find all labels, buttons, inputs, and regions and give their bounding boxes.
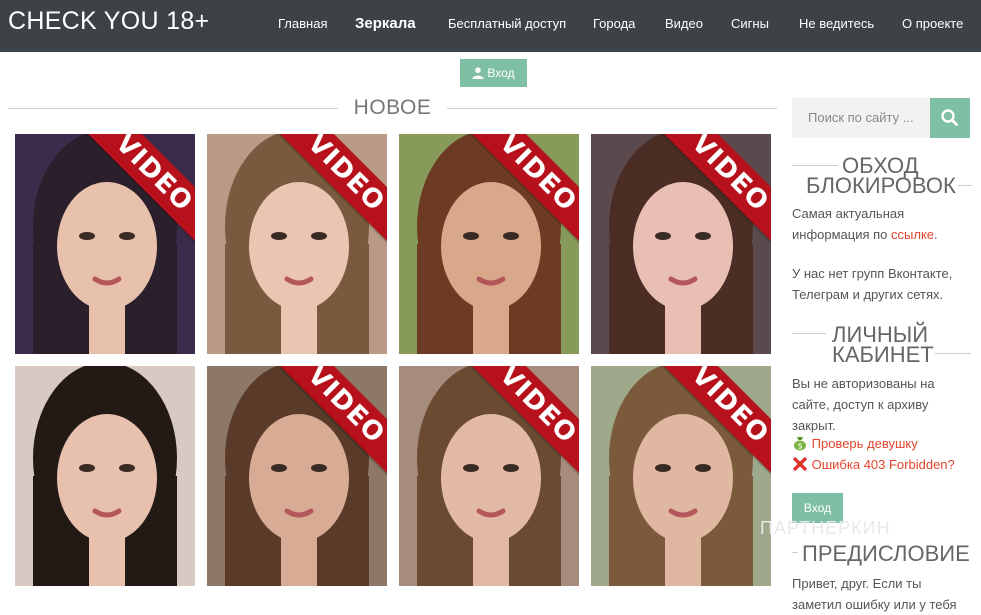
check-girl-link[interactable]: Проверь девушку — [812, 436, 918, 451]
top-navbar: CHECK YOU 18+ Главная Зеркала Бесплатный… — [0, 0, 981, 52]
login-label: Вход — [487, 66, 515, 80]
divider — [935, 353, 971, 354]
cabinet-line-3: закрыт. — [792, 418, 836, 433]
nav-video[interactable]: Видео — [665, 16, 703, 31]
bypass-title-2: БЛОКИРОВОК — [806, 173, 956, 198]
nav-dont-fall[interactable]: Не ведитесь — [799, 16, 874, 31]
groups-line-2: Телеграм и других сетях. — [792, 287, 944, 302]
svg-text:$: $ — [797, 442, 802, 451]
photo-card[interactable]: VIDEO — [207, 366, 387, 586]
photo-card[interactable]: VIDEO — [591, 366, 771, 586]
site-logo[interactable]: CHECK YOU 18+ — [8, 7, 209, 36]
bypass-line-1: Самая актуальная — [792, 206, 905, 221]
photo-card[interactable]: VIDEO — [399, 134, 579, 354]
search-input[interactable]: Поиск по сайту ... — [792, 98, 930, 138]
preface-line-2: заметил ошибку или у тебя — [792, 597, 957, 612]
photo-card[interactable]: VIDEO — [399, 366, 579, 586]
divider — [958, 185, 972, 186]
portrait-image — [15, 366, 195, 586]
bypass-line-3: . — [934, 227, 938, 242]
photo-card[interactable] — [15, 366, 195, 586]
cross-icon — [793, 457, 807, 471]
bypass-text: Самая актуальная информация по ссылке. — [792, 203, 972, 245]
groups-line-1: У нас нет групп Вконтакте, — [792, 266, 953, 281]
section-header: НОВОЕ — [8, 96, 777, 124]
nav-home[interactable]: Главная — [278, 16, 327, 31]
cabinet-line-2: сайте, доступ к архиву — [792, 397, 929, 412]
bypass-link[interactable]: ссылке — [891, 227, 934, 242]
photo-card[interactable]: VIDEO — [15, 134, 195, 354]
photo-card[interactable]: VIDEO — [591, 134, 771, 354]
nav-free-access[interactable]: Бесплатный доступ — [448, 16, 566, 31]
photo-card[interactable]: VIDEO — [207, 134, 387, 354]
bypass-line-2: информация по — [792, 227, 888, 242]
search-button[interactable] — [930, 98, 970, 138]
nav-mirrors[interactable]: Зеркала — [355, 15, 416, 32]
divider — [792, 552, 798, 553]
nav-signs[interactable]: Сигны — [731, 16, 769, 31]
preface-line-1: Привет, друг. Если ты — [792, 576, 922, 591]
section-title: НОВОЕ — [353, 96, 432, 119]
nav-about[interactable]: О проекте — [902, 16, 963, 31]
login-button-top[interactable]: Вход — [460, 59, 527, 87]
money-bag-icon: $ — [794, 437, 806, 451]
search-icon — [941, 109, 958, 126]
error-403-link[interactable]: Ошибка 403 Forbidden? — [812, 457, 955, 472]
nav-cities[interactable]: Города — [593, 16, 635, 31]
user-icon — [472, 67, 484, 79]
groups-text: У нас нет групп Вконтакте, Телеграм и др… — [792, 263, 972, 305]
divider — [792, 333, 826, 334]
preface-title: ПРЕДИСЛОВИЕ — [802, 541, 970, 566]
watermark: ПАРТНЕРКИН — [760, 518, 891, 538]
cabinet-text: Вы не авторизованы на сайте, доступ к ар… — [792, 373, 972, 436]
divider — [792, 165, 838, 166]
cabinet-line-1: Вы не авторизованы на — [792, 376, 935, 391]
cabinet-links: $ Проверь девушку Ошибка 403 Forbidden? — [792, 433, 972, 475]
cabinet-title-2: КАБИНЕТ — [832, 342, 934, 367]
